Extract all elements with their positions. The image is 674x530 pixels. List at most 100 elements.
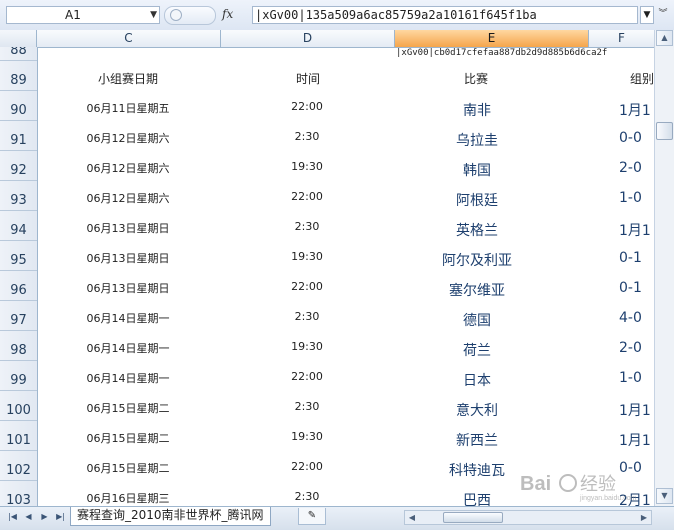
row-header-94[interactable]: 94 — [0, 211, 37, 241]
cell-match-text: 巴西 — [463, 493, 491, 506]
cell-match-text: 阿根廷 — [456, 193, 498, 209]
row-number: 101 — [6, 433, 31, 448]
row-header-101[interactable]: 101 — [0, 421, 37, 451]
column-header-d[interactable]: D — [221, 30, 395, 47]
cell-score[interactable]: 0-1 — [619, 280, 642, 296]
cell-date-text: 06月15日星期二 — [86, 402, 170, 415]
row-header-98[interactable]: 98 — [0, 331, 37, 361]
header-time[interactable]: 时间 — [296, 70, 320, 87]
row-number: 95 — [10, 253, 27, 268]
cell-score[interactable]: 1月1 — [619, 400, 651, 420]
cell-score[interactable]: 1月1 — [619, 100, 651, 120]
row-header-93[interactable]: 93 — [0, 181, 37, 211]
header-match[interactable]: 比赛 — [464, 70, 488, 87]
cell-match-text: 日本 — [463, 373, 491, 389]
row-number: 90 — [10, 103, 27, 118]
handle-dot-icon — [170, 9, 182, 21]
expand-formula-icon[interactable]: ▼ — [640, 6, 654, 24]
header-group[interactable]: 组别 — [630, 70, 654, 87]
cell-time-text: 19:30 — [291, 340, 323, 353]
row-header-column: 88 89 90 91 92 93 94 95 96 97 98 99 100 101 102 103 — [0, 47, 38, 506]
cell-date-text: 06月16日星期三 — [86, 492, 170, 505]
cell-time-text: 22:00 — [291, 190, 323, 203]
cell-time-text: 19:30 — [291, 430, 323, 443]
vertical-scrollbar[interactable]: ▲ ▼ — [654, 30, 674, 506]
next-sheet-icon[interactable]: ▶ — [38, 510, 51, 524]
header-date[interactable]: 小组赛日期 — [98, 70, 158, 87]
cell-score[interactable]: 2-0 — [619, 160, 642, 176]
cell-score[interactable]: 1-0 — [619, 190, 642, 206]
cell-score[interactable]: 0-1 — [619, 250, 642, 266]
note-cell[interactable]: |xGv00|cb0d17cfefaa887db2d9d885b6d6ca2f — [396, 48, 607, 58]
row-header-100[interactable]: 100 — [0, 391, 37, 421]
row-header-96[interactable]: 96 — [0, 271, 37, 301]
cell-match-text: 南非 — [463, 103, 491, 119]
insert-function-icon[interactable]: fx — [222, 7, 233, 21]
row-header-90[interactable]: 90 — [0, 91, 37, 121]
cell-date-text: 06月15日星期二 — [86, 432, 170, 445]
chevron-down-icon[interactable]: ▼ — [150, 7, 157, 23]
vertical-scroll-thumb[interactable] — [656, 122, 673, 140]
cell-score[interactable]: 1-0 — [619, 370, 642, 386]
row-number: 100 — [6, 403, 31, 418]
cell-time-text: 22:00 — [291, 280, 323, 293]
column-header-c[interactable]: C — [37, 30, 221, 47]
cell-date-text: 06月14日星期一 — [86, 312, 170, 325]
row-header-92[interactable]: 92 — [0, 151, 37, 181]
last-sheet-icon[interactable]: ▶| — [54, 510, 67, 524]
scroll-left-icon[interactable]: ◀ — [405, 511, 419, 524]
cell-time-text: 2:30 — [294, 400, 320, 413]
scroll-right-icon[interactable]: ▶ — [637, 511, 651, 524]
cell-time-text: 19:30 — [291, 250, 323, 263]
cell-match-text: 阿尔及利亚 — [442, 253, 512, 269]
horizontal-scroll-thumb[interactable] — [443, 512, 503, 523]
sheet-tab-active[interactable]: 赛程查询_2010南非世界杯_腾讯网 — [70, 507, 271, 526]
cell-time-text: 2:30 — [294, 310, 320, 323]
formula-bar: A1 ▼ fx |xGv00|135a509a6ac85759a2a10161f… — [0, 0, 674, 31]
first-sheet-icon[interactable]: |◀ — [6, 510, 19, 524]
cell-match-text: 韩国 — [463, 163, 491, 179]
row-number: 88 — [10, 47, 27, 58]
cell-match-text: 意大利 — [456, 403, 498, 419]
column-header-row: C D E F — [0, 30, 654, 48]
cell-time-text: 22:00 — [291, 370, 323, 383]
row-header-89[interactable]: 89 — [0, 61, 37, 91]
formula-resize-handle[interactable] — [164, 6, 216, 25]
svg-text:Bai: Bai — [520, 473, 551, 495]
row-header-97[interactable]: 97 — [0, 301, 37, 331]
cell-time-text: 2:30 — [294, 490, 320, 503]
cell-match-text: 新西兰 — [456, 433, 498, 449]
row-number: 102 — [6, 463, 31, 478]
row-header-102[interactable]: 102 — [0, 451, 37, 481]
formula-input[interactable]: |xGv00|135a509a6ac85759a2a10161f645f1ba — [252, 6, 638, 24]
cell-match-text: 荷兰 — [463, 343, 491, 359]
row-number: 89 — [10, 73, 27, 88]
select-all-corner[interactable] — [0, 30, 37, 47]
row-number: 98 — [10, 343, 27, 358]
row-header-99[interactable]: 99 — [0, 361, 37, 391]
row-header-95[interactable]: 95 — [0, 241, 37, 271]
scroll-up-icon[interactable]: ▲ — [656, 30, 673, 46]
cell-date-text: 06月12日星期六 — [86, 132, 170, 145]
horizontal-scrollbar[interactable]: ◀ ▶ — [404, 510, 652, 525]
cell-score[interactable]: 4-0 — [619, 310, 642, 326]
formula-controls: fx — [162, 5, 244, 25]
cell-match-text: 塞尔维亚 — [449, 283, 505, 299]
cell-time-text: 22:00 — [291, 100, 323, 113]
name-box[interactable]: A1 ▼ — [6, 6, 160, 24]
insert-sheet-icon[interactable]: ✎ — [298, 508, 326, 525]
prev-sheet-icon[interactable]: ◀ — [22, 510, 35, 524]
cell-score[interactable]: 2-0 — [619, 340, 642, 356]
column-header-f[interactable]: F — [589, 30, 654, 47]
worksheet-grid[interactable]: |xGv00|cb0d17cfefaa887db2d9d885b6d6ca2f … — [38, 47, 655, 506]
column-header-e[interactable]: E — [395, 30, 589, 47]
svg-text:经验: 经验 — [580, 474, 616, 495]
row-header-91[interactable]: 91 — [0, 121, 37, 151]
row-header-88[interactable]: 88 — [0, 47, 37, 61]
collapse-chevron-icon[interactable]: ︾ — [656, 6, 670, 24]
cell-time-text: 2:30 — [294, 220, 320, 233]
row-header-103[interactable]: 103 — [0, 481, 37, 506]
cell-score[interactable]: 1月1 — [619, 220, 651, 240]
cell-score[interactable]: 1月1 — [619, 430, 651, 450]
cell-score[interactable]: 0-0 — [619, 130, 642, 146]
